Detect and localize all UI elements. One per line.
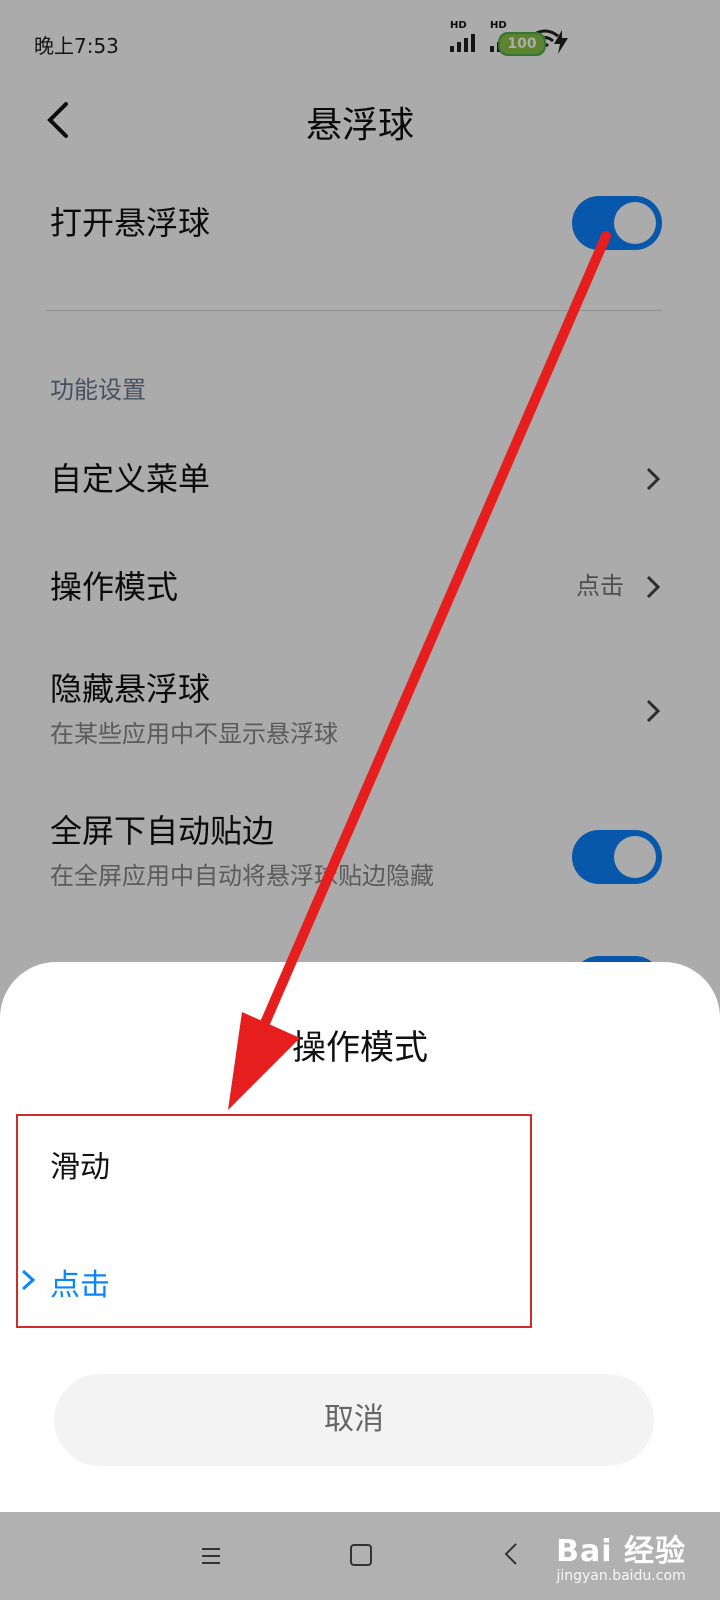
- watermark-sub: jingyan.baidu.com: [556, 1568, 686, 1584]
- watermark-main: Bai 经验: [556, 1534, 686, 1569]
- cancel-button[interactable]: 取消: [54, 1374, 654, 1466]
- selected-indicator-icon: [21, 1269, 36, 1291]
- option-slide[interactable]: 滑动: [50, 1142, 110, 1186]
- navigation-bar: Bai 经验 jingyan.baidu.com: [0, 1512, 720, 1600]
- menu-icon[interactable]: [200, 1546, 222, 1566]
- home-icon[interactable]: [350, 1544, 372, 1566]
- operation-mode-sheet: 操作模式 滑动 点击 取消: [0, 962, 720, 1512]
- option-click[interactable]: 点击: [50, 1260, 110, 1304]
- nav-back-icon[interactable]: [504, 1542, 518, 1566]
- watermark: Bai 经验 jingyan.baidu.com: [556, 1526, 686, 1584]
- sheet-title: 操作模式: [292, 1028, 428, 1068]
